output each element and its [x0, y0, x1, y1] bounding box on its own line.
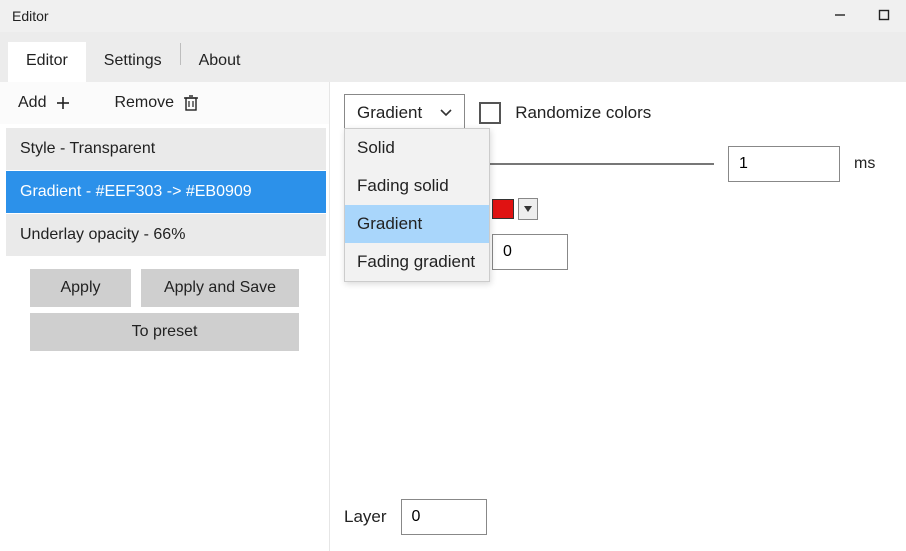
- number-input[interactable]: [492, 234, 568, 270]
- duration-unit: ms: [854, 155, 875, 173]
- left-toolbar: Add Remove: [0, 82, 329, 124]
- plus-icon: [54, 94, 72, 112]
- apply-save-button[interactable]: Apply and Save: [141, 269, 299, 307]
- remove-button[interactable]: Remove: [110, 90, 204, 116]
- maximize-button[interactable]: [874, 8, 894, 24]
- color-row: [492, 198, 892, 220]
- apply-button[interactable]: Apply: [30, 269, 131, 307]
- dropdown-option-fading-solid[interactable]: Fading solid: [345, 167, 489, 205]
- to-preset-button[interactable]: To preset: [30, 313, 299, 351]
- dropdown-option-solid[interactable]: Solid: [345, 129, 489, 167]
- layer-input[interactable]: [401, 499, 487, 535]
- minimize-button[interactable]: [830, 8, 850, 24]
- remove-label: Remove: [114, 94, 174, 112]
- list-item[interactable]: Style - Transparent: [6, 128, 326, 171]
- type-dropdown-popup: Solid Fading solid Gradient Fading gradi…: [344, 128, 490, 282]
- tab-about[interactable]: About: [181, 42, 259, 82]
- left-panel: Add Remove Style - Transparent Gradient …: [0, 82, 330, 551]
- trash-icon: [182, 94, 200, 112]
- type-select-value: Gradient: [357, 103, 422, 123]
- color-swatch[interactable]: [492, 199, 514, 219]
- tab-bar: Editor Settings About: [0, 32, 906, 82]
- tab-settings[interactable]: Settings: [86, 42, 180, 82]
- list-item[interactable]: Underlay opacity - 66%: [6, 214, 326, 257]
- color-dropdown-button[interactable]: [518, 198, 538, 220]
- layer-list: Style - Transparent Gradient - #EEF303 -…: [6, 128, 326, 257]
- type-row: Gradient Randomize colors: [344, 94, 892, 132]
- type-select[interactable]: Gradient: [344, 94, 465, 132]
- layer-label: Layer: [344, 507, 387, 527]
- action-row-2: To preset: [0, 307, 329, 357]
- number-row: [492, 234, 892, 270]
- dropdown-option-gradient[interactable]: Gradient: [345, 205, 489, 243]
- layer-row: Layer: [344, 499, 487, 535]
- content-area: Add Remove Style - Transparent Gradient …: [0, 82, 906, 551]
- randomize-label: Randomize colors: [515, 103, 651, 123]
- window-title: Editor: [12, 8, 830, 24]
- action-row-1: Apply Apply and Save: [0, 261, 329, 307]
- list-item[interactable]: Gradient - #EEF303 -> #EB0909: [6, 171, 326, 214]
- tab-editor[interactable]: Editor: [8, 42, 86, 82]
- window-controls: [830, 8, 894, 24]
- titlebar: Editor: [0, 0, 906, 32]
- add-button[interactable]: Add: [14, 90, 76, 116]
- add-label: Add: [18, 94, 46, 112]
- randomize-checkbox[interactable]: [479, 102, 501, 124]
- dropdown-option-fading-gradient[interactable]: Fading gradient: [345, 243, 489, 281]
- chevron-down-icon: [440, 106, 452, 120]
- right-panel: Gradient Randomize colors Solid Fading s…: [330, 82, 906, 551]
- duration-input[interactable]: [728, 146, 840, 182]
